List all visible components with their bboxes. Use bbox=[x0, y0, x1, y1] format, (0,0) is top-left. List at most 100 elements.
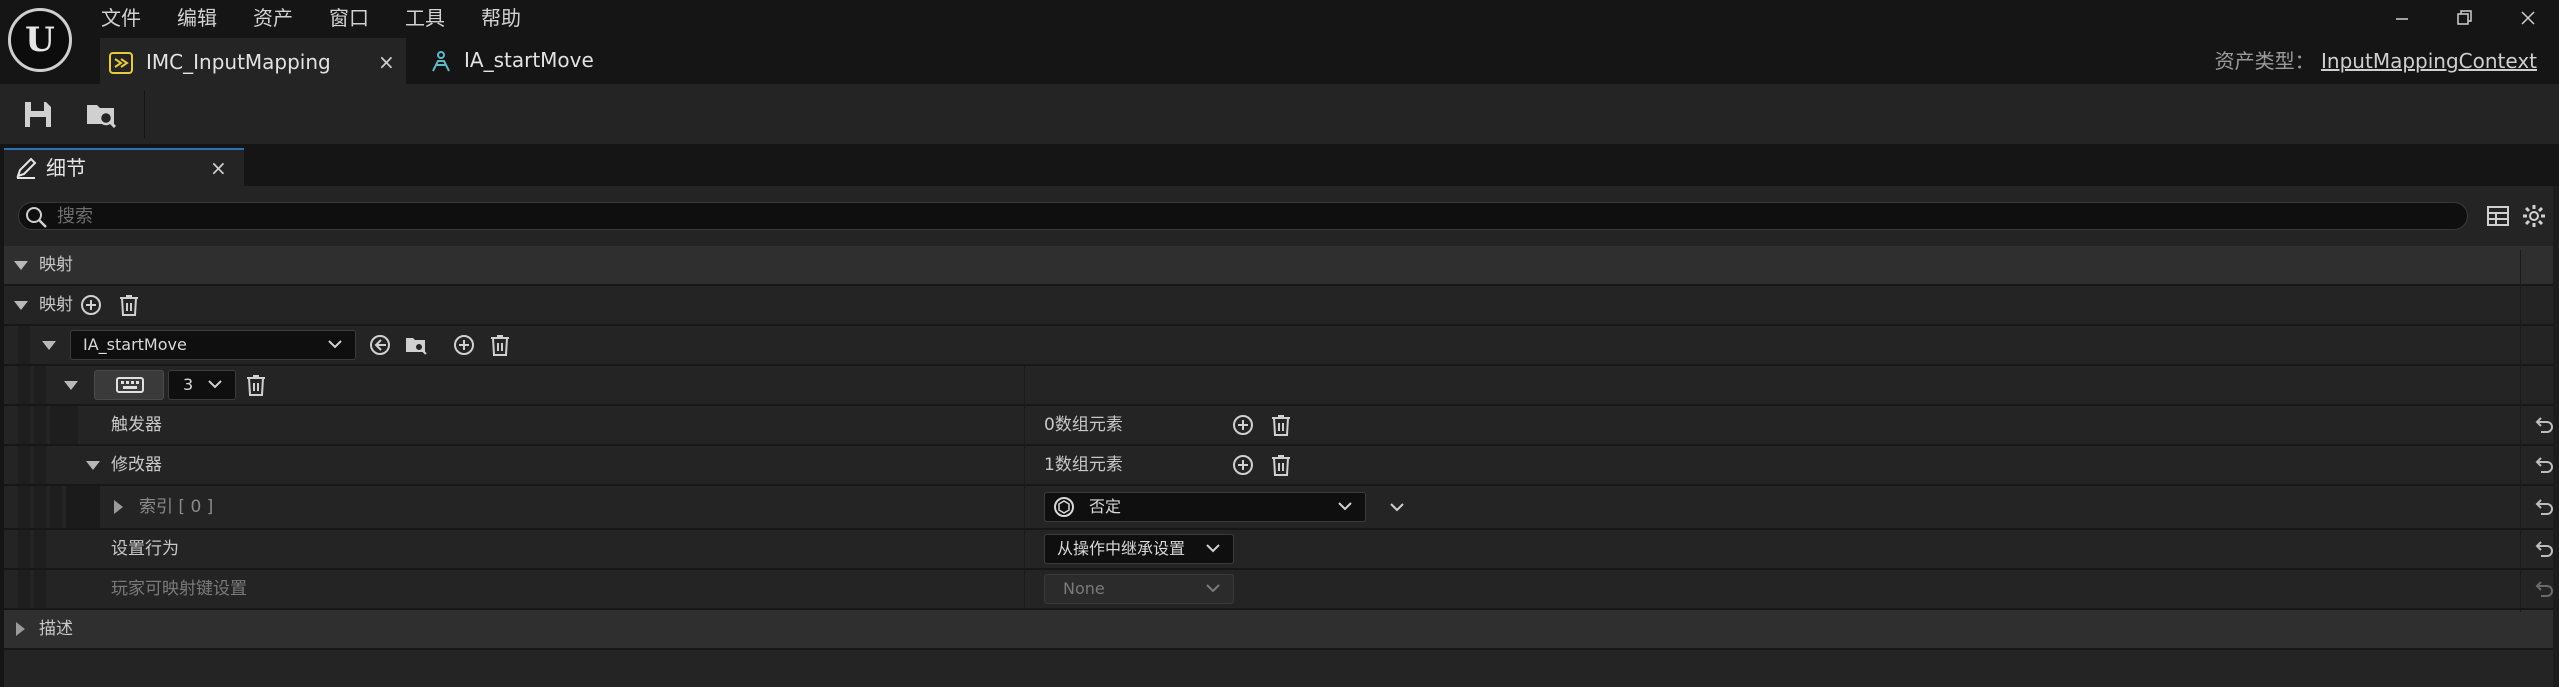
asset-type-label: 资产类型： bbox=[2214, 49, 2315, 73]
settings-gear-icon[interactable] bbox=[2522, 204, 2546, 228]
expand-arrow-icon[interactable] bbox=[64, 381, 78, 390]
player-mappable-row: 玩家可映射键设置 None bbox=[4, 570, 2559, 608]
asset-type-link[interactable]: InputMappingContext bbox=[2321, 49, 2537, 73]
column-splitter[interactable] bbox=[1024, 446, 1025, 484]
unreal-logo[interactable]: U bbox=[8, 8, 72, 72]
keyboard-icon bbox=[116, 377, 144, 393]
indent-bar bbox=[34, 570, 46, 608]
row-divider bbox=[4, 648, 2559, 650]
menu-edit[interactable]: 编辑 bbox=[177, 4, 217, 32]
browse-asset-icon[interactable] bbox=[404, 333, 428, 357]
chevron-down-icon bbox=[328, 340, 342, 349]
indent-bar bbox=[34, 446, 46, 484]
add-element-icon[interactable] bbox=[452, 333, 476, 357]
tab-label: IA_startMove bbox=[464, 48, 594, 72]
asset-type: 资产类型： InputMappingContext bbox=[2215, 38, 2537, 84]
add-element-icon[interactable] bbox=[1231, 413, 1255, 437]
triggers-label: 触发器 bbox=[111, 415, 162, 435]
search-input[interactable] bbox=[57, 203, 2457, 229]
indent-bar bbox=[18, 446, 30, 484]
browse-to-asset-icon[interactable] bbox=[84, 96, 120, 132]
menu-window[interactable]: 窗口 bbox=[329, 4, 369, 32]
action-selector[interactable]: IA_startMove bbox=[70, 330, 356, 360]
collapsed-arrow-icon bbox=[16, 622, 25, 636]
tab-details-close-icon[interactable]: × bbox=[210, 150, 227, 186]
indent-bar bbox=[34, 406, 46, 444]
player-mappable-dropdown: None bbox=[1044, 574, 1234, 604]
setting-behavior-dropdown[interactable]: 从操作中继承设置 bbox=[1044, 534, 1234, 564]
reset-column-divider bbox=[2520, 250, 2521, 612]
save-icon[interactable] bbox=[20, 96, 56, 132]
modifier-class-value: 否定 bbox=[1089, 497, 1122, 516]
expand-arrow-icon[interactable] bbox=[14, 301, 28, 310]
indent-bar bbox=[34, 486, 46, 528]
close-icon[interactable] bbox=[2510, 4, 2546, 32]
modifier-class-selector[interactable]: 否定 bbox=[1044, 492, 1366, 522]
expand-arrow-icon bbox=[14, 261, 28, 270]
trash-icon[interactable] bbox=[244, 373, 268, 397]
tab-details[interactable]: 细节 × bbox=[4, 148, 244, 186]
indent-bar bbox=[34, 366, 46, 404]
category-mapping[interactable]: 映射 bbox=[4, 246, 2559, 284]
mappings-property-row: 映射 bbox=[4, 286, 2559, 324]
tab-imc-inputmapping[interactable]: IMC_InputMapping × bbox=[100, 38, 406, 84]
chevron-down-icon bbox=[1206, 544, 1220, 553]
modifier-index-row: 索引 [ 0 ] 否定 bbox=[4, 486, 2559, 528]
menu-help[interactable]: 帮助 bbox=[481, 4, 521, 32]
chevron-down-icon bbox=[1338, 502, 1352, 511]
indent-bar bbox=[34, 530, 46, 568]
triggers-row: 触发器 0数组元素 bbox=[4, 406, 2559, 444]
logo-letter: U bbox=[25, 20, 55, 60]
trash-icon[interactable] bbox=[488, 333, 512, 357]
key-selector-button[interactable] bbox=[94, 370, 164, 400]
indent-bar bbox=[18, 366, 30, 404]
tab-close-icon[interactable]: × bbox=[378, 40, 395, 84]
restore-icon[interactable] bbox=[2446, 4, 2482, 32]
input-mapping-context-icon bbox=[108, 50, 134, 76]
mappings-label: 映射 bbox=[39, 295, 73, 315]
setting-behavior-value: 从操作中继承设置 bbox=[1057, 539, 1186, 558]
modifiers-row: 修改器 1数组元素 bbox=[4, 446, 2559, 484]
minimize-icon[interactable] bbox=[2384, 4, 2420, 32]
player-mappable-label: 玩家可映射键设置 bbox=[111, 579, 247, 599]
menu-file[interactable]: 文件 bbox=[101, 4, 141, 32]
pencil-icon bbox=[14, 156, 38, 180]
index-label: 索引 [ 0 ] bbox=[139, 497, 214, 517]
indent-bar bbox=[50, 486, 62, 528]
tab-ia-startmove[interactable]: IA_startMove bbox=[410, 38, 610, 84]
add-element-icon[interactable] bbox=[79, 293, 103, 317]
indent-bar bbox=[18, 530, 30, 568]
collapsed-arrow-icon[interactable] bbox=[114, 500, 123, 514]
modifiers-label: 修改器 bbox=[111, 455, 162, 475]
table-view-icon[interactable] bbox=[2486, 204, 2510, 228]
key-count-dropdown[interactable]: 3 bbox=[168, 370, 236, 400]
expand-arrow-icon[interactable] bbox=[42, 341, 56, 350]
indent-bar bbox=[18, 570, 30, 608]
expand-arrow-icon[interactable] bbox=[86, 461, 100, 470]
key-row: 3 bbox=[4, 366, 2559, 404]
add-element-icon[interactable] bbox=[1231, 453, 1255, 477]
column-splitter[interactable] bbox=[1024, 366, 1025, 404]
trash-icon[interactable] bbox=[1269, 413, 1293, 437]
input-action-icon bbox=[428, 48, 454, 74]
trash-icon[interactable] bbox=[117, 293, 141, 317]
expand-options-chevron-icon[interactable] bbox=[1384, 494, 1410, 520]
toolbar-divider bbox=[144, 90, 145, 138]
column-splitter[interactable] bbox=[1024, 406, 1025, 444]
column-splitter[interactable] bbox=[1024, 530, 1025, 568]
column-splitter[interactable] bbox=[1024, 570, 1025, 608]
menu-tools[interactable]: 工具 bbox=[405, 4, 445, 32]
use-selected-asset-icon[interactable] bbox=[368, 333, 392, 357]
menu-asset[interactable]: 资产 bbox=[253, 4, 293, 32]
category-description[interactable]: 描述 bbox=[4, 610, 2559, 648]
modifiers-value: 1数组元素 bbox=[1044, 455, 1123, 475]
vertical-scrollbar[interactable] bbox=[2553, 186, 2559, 687]
search-box[interactable] bbox=[18, 202, 2468, 230]
panel-tab-strip bbox=[0, 144, 2559, 186]
column-splitter[interactable] bbox=[1024, 486, 1025, 528]
chevron-down-icon bbox=[208, 380, 222, 389]
search-icon bbox=[23, 204, 49, 230]
setting-behavior-row: 设置行为 从操作中继承设置 bbox=[4, 530, 2559, 568]
trash-icon[interactable] bbox=[1269, 453, 1293, 477]
category-mapping-label: 映射 bbox=[39, 255, 73, 275]
